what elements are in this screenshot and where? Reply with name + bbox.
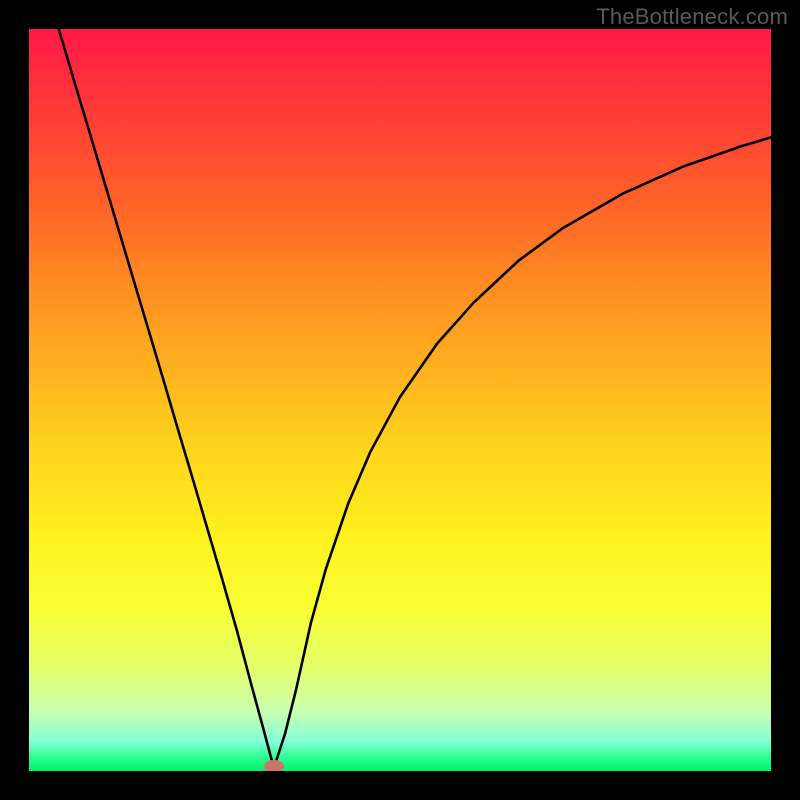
minimum-marker xyxy=(264,760,284,771)
chart-frame: TheBottleneck.com xyxy=(0,0,800,800)
watermark-text: TheBottleneck.com xyxy=(596,4,788,30)
bottleneck-curve xyxy=(29,29,771,771)
plot-area xyxy=(29,29,771,771)
